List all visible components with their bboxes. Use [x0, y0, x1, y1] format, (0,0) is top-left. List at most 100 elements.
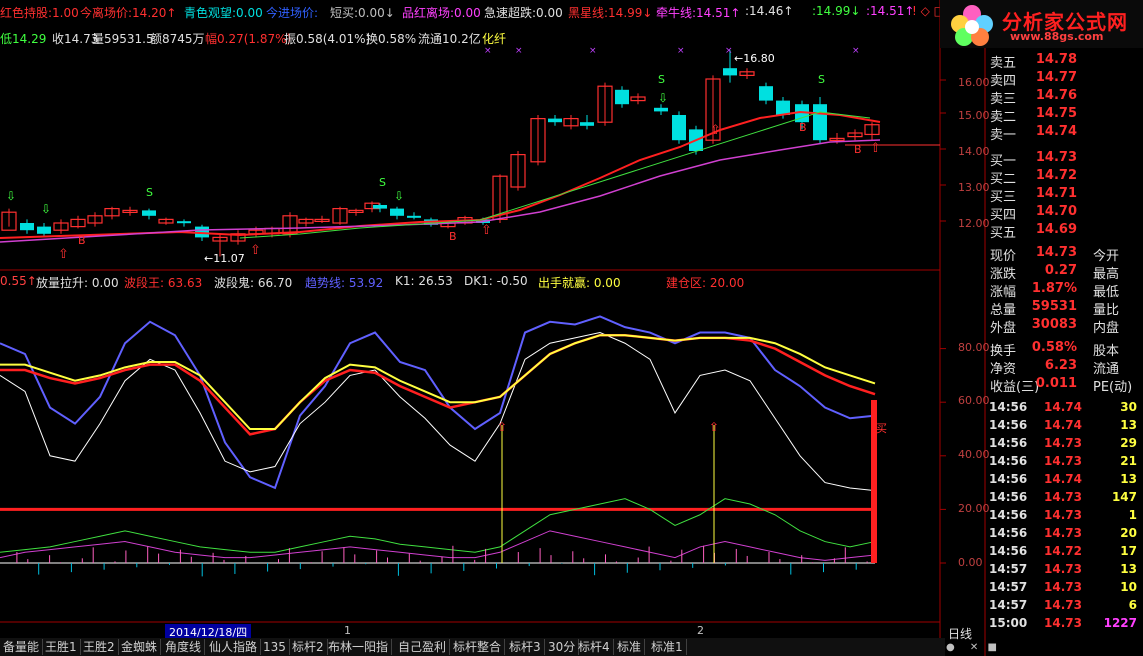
- orderbook-buy-row: 买五 14.69: [986, 222, 1143, 241]
- row-value: 0.27: [1044, 263, 1077, 278]
- formula-tab[interactable]: 135: [260, 639, 290, 655]
- formula-tab[interactable]: 标杆4: [575, 639, 614, 655]
- quote-row: 涨跌 0.27 最高: [986, 263, 1143, 282]
- trade-price: 14.73: [1044, 508, 1082, 522]
- trade-time: 14:57: [989, 562, 1028, 576]
- row-price: 14.75: [1035, 106, 1077, 121]
- kline-chart[interactable]: ←16.80 ←11.07 ⇩ ⇩ ⇩ ⇩ S S S S B B B B ⇧ ⇧ ⇧ ⇧ ⇧ × × × × × × ⇧ ⇧ 买: [0, 0, 1143, 656]
- orderbook-buy-row: 买二 14.72: [986, 168, 1143, 187]
- formula-tab[interactable]: 标杆2: [289, 639, 328, 655]
- period-label[interactable]: 日线: [948, 625, 972, 642]
- formula-tab[interactable]: 王胜2: [80, 639, 119, 655]
- row-value: 1.87%: [1031, 281, 1077, 296]
- row-label2: 最高: [1093, 267, 1120, 282]
- row-label: 买三: [990, 190, 1017, 205]
- minus-icon[interactable]: ●: [946, 642, 955, 653]
- orderbook-sell-row: 卖二 14.75: [986, 106, 1143, 125]
- trade-volume: 20: [1120, 526, 1137, 540]
- orderbook-buy-row: 买四 14.70: [986, 204, 1143, 223]
- candle-body: [177, 221, 191, 224]
- candle-body: [390, 208, 404, 216]
- candle-body: [672, 115, 686, 141]
- row-value: 0.011: [1035, 376, 1077, 391]
- dk-purple-line: [0, 530, 876, 561]
- orderbook-buy-row: 买三 14.71: [986, 186, 1143, 205]
- orderbook-sell-row: 卖四 14.77: [986, 70, 1143, 89]
- trade-price: 14.73: [1044, 454, 1082, 468]
- row-price: 14.74: [1035, 124, 1077, 139]
- trade-time: 14:57: [989, 580, 1028, 594]
- trade-time: 14:56: [989, 436, 1028, 450]
- candle-body: [37, 226, 51, 234]
- candle-body: [407, 215, 421, 218]
- row-value: 6.23: [1044, 358, 1077, 373]
- trade-volume: 13: [1120, 418, 1137, 432]
- trade-volume: 13: [1120, 562, 1137, 576]
- trade-price: 14.74: [1044, 400, 1082, 414]
- row-label: 外盘: [990, 321, 1017, 336]
- formula-tab[interactable]: 标准1: [648, 639, 687, 655]
- formula-tab[interactable]: 备量能: [0, 639, 44, 655]
- row-label: 买五: [990, 226, 1017, 241]
- trade-price: 14.74: [1044, 418, 1082, 432]
- buy-mark: B: [854, 143, 862, 156]
- trade-row: 14:56 14.74 30: [986, 400, 1143, 418]
- trade-volume: 13: [1120, 472, 1137, 486]
- up-arrow-icon: ⇧: [710, 123, 721, 138]
- row-label2: 今开: [1093, 249, 1120, 264]
- trade-price: 14.72: [1044, 544, 1082, 558]
- trade-row: 14:56 14.73 1: [986, 508, 1143, 526]
- candle-body: [580, 122, 594, 126]
- ma-green-line: [239, 111, 871, 239]
- row-price: 14.72: [1035, 168, 1077, 183]
- row-label: 涨跌: [990, 267, 1017, 282]
- formula-tab[interactable]: 金蜘蛛: [118, 639, 162, 655]
- sell-mark: S: [146, 186, 153, 199]
- row-label: 总量: [990, 303, 1017, 318]
- ma-red-line: [0, 110, 881, 239]
- formula-tab[interactable]: 标杆3: [506, 639, 545, 655]
- candle-body: [615, 89, 629, 105]
- orderbook-sell-row: 卖五 14.78: [986, 52, 1143, 71]
- stop-icon[interactable]: ■: [988, 642, 997, 653]
- formula-tab[interactable]: 标杆整合: [450, 639, 506, 655]
- row-label: 卖四: [990, 74, 1017, 89]
- quote-row: 总量 59531 量比: [986, 299, 1143, 318]
- formula-tab[interactable]: 标准: [614, 639, 646, 655]
- formula-tab[interactable]: 自己盈利: [395, 639, 451, 655]
- up-arrow-icon: ⇧: [481, 223, 492, 238]
- trade-row: 14:56 14.74 13: [986, 418, 1143, 436]
- row-label2: 内盘: [1093, 321, 1120, 336]
- sell-mark: S: [818, 73, 825, 86]
- trade-volume: 10: [1120, 580, 1137, 594]
- trade-row: 14:56 14.72 17: [986, 544, 1143, 562]
- trade-time: 14:56: [989, 490, 1028, 504]
- trade-price: 14.73: [1044, 526, 1082, 540]
- ma-purple-line: [0, 139, 881, 243]
- close-icon[interactable]: ✕: [970, 642, 978, 653]
- candle-body: [548, 118, 562, 123]
- cross-mark: ×: [515, 46, 523, 56]
- cross-mark: ×: [589, 46, 597, 56]
- quote-row: 现价 14.73 今开: [986, 245, 1143, 264]
- row-label: 卖三: [990, 92, 1017, 107]
- trade-row: 14:57 14.73 10: [986, 580, 1143, 598]
- formula-tab[interactable]: 王胜1: [42, 639, 81, 655]
- trade-row: 14:56 14.73 20: [986, 526, 1143, 544]
- trade-price: 14.73: [1044, 598, 1082, 612]
- formula-tab[interactable]: 仙人指路: [206, 639, 262, 655]
- row-label: 卖二: [990, 110, 1017, 125]
- trade-row: 14:56 14.74 13: [986, 472, 1143, 490]
- period-controls[interactable]: ● ✕ ■: [946, 642, 997, 653]
- quote-row: 涨幅 1.87% 最低: [986, 281, 1143, 300]
- formula-tab[interactable]: 角度线: [162, 639, 206, 655]
- dk-green-line: [0, 498, 876, 553]
- candle-body: [759, 86, 773, 101]
- down-arrow-icon: ⇩: [6, 189, 16, 203]
- formula-tab[interactable]: 布林一阳指: [325, 639, 393, 655]
- candle-body: [142, 210, 156, 216]
- orderbook-buy-row: 买一 14.73: [986, 150, 1143, 169]
- trade-volume: 30: [1120, 400, 1137, 414]
- down-arrow-icon: ⇩: [41, 202, 51, 216]
- orderbook-sell-row: 卖三 14.76: [986, 88, 1143, 107]
